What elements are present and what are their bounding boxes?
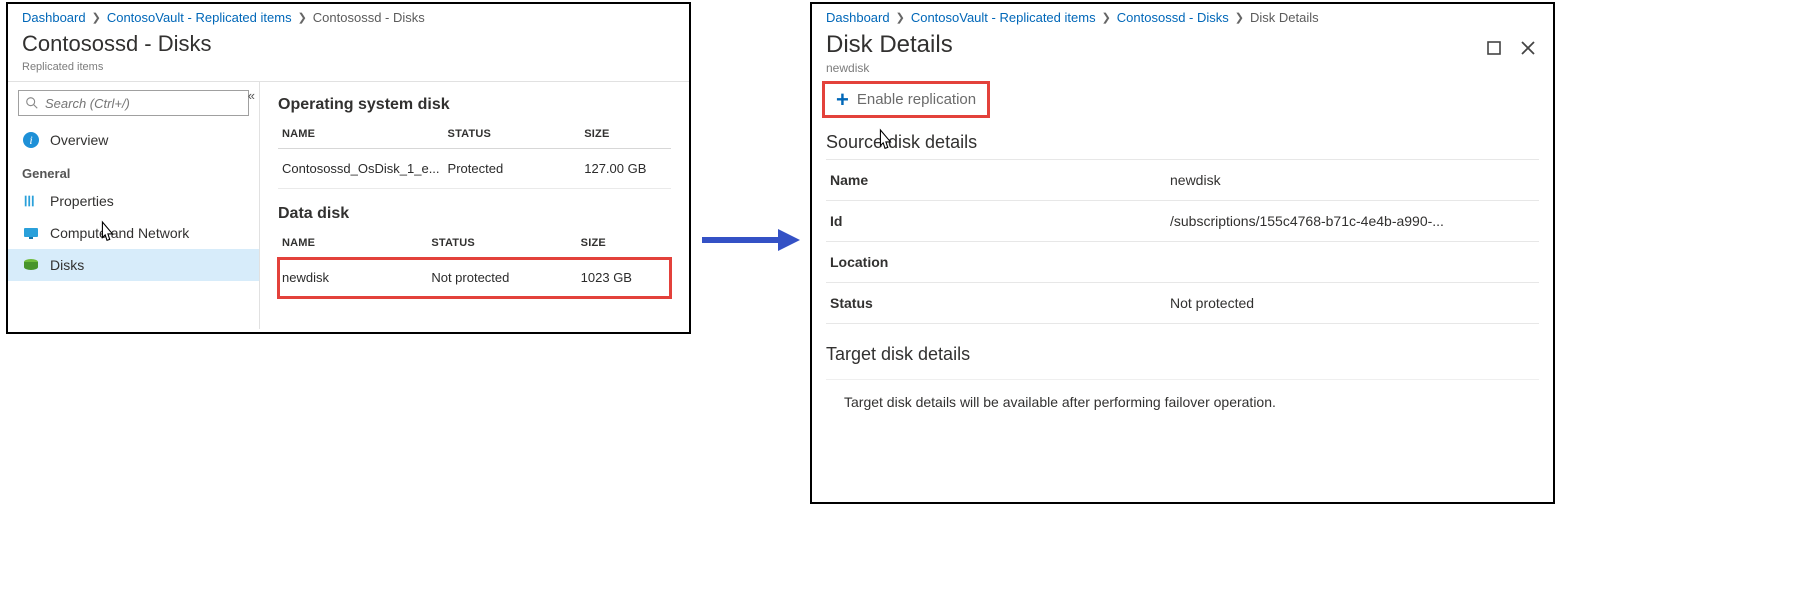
prop-row-id: Id /subscriptions/155c4768-b71c-4e4b-a99…	[826, 200, 1539, 241]
page-title: Disk Details	[826, 31, 953, 59]
search-input[interactable]	[45, 96, 242, 111]
cell-size: 1023 GB	[577, 258, 671, 298]
breadcrumb-vault[interactable]: ContosoVault - Replicated items	[911, 10, 1096, 25]
compute-network-icon	[22, 224, 40, 242]
col-header-name[interactable]: NAME	[278, 229, 427, 258]
sidebar: « i Overview General	[8, 82, 260, 329]
table-row-newdisk[interactable]: newdisk Not protected 1023 GB	[278, 258, 671, 298]
prop-value: Not protected	[1170, 295, 1535, 311]
sidebar-item-disks[interactable]: Disks	[8, 249, 259, 281]
col-header-size[interactable]: SIZE	[577, 229, 671, 258]
transition-arrow-icon	[700, 225, 800, 255]
table-row[interactable]: Contosossd_OsDisk_1_e... Protected 127.0…	[278, 149, 671, 189]
breadcrumb-dashboard[interactable]: Dashboard	[826, 10, 890, 25]
collapse-sidebar-icon[interactable]: «	[248, 88, 255, 103]
prop-value: newdisk	[1170, 172, 1535, 188]
data-disk-heading: Data disk	[278, 205, 671, 223]
search-icon	[25, 96, 39, 110]
cell-size: 127.00 GB	[580, 149, 671, 189]
maximize-button[interactable]	[1483, 37, 1505, 59]
target-disk-note: Target disk details will be available af…	[826, 379, 1539, 424]
close-button[interactable]	[1517, 37, 1539, 59]
sidebar-item-overview[interactable]: i Overview	[8, 124, 259, 156]
svg-text:i: i	[29, 133, 32, 147]
chevron-right-icon: ❯	[1235, 11, 1244, 24]
source-disk-properties: Name newdisk Id /subscriptions/155c4768-…	[812, 159, 1553, 324]
breadcrumb-vault[interactable]: ContosoVault - Replicated items	[107, 10, 292, 25]
cell-status: Not protected	[427, 258, 576, 298]
disks-icon	[22, 256, 40, 274]
breadcrumb: Dashboard ❯ ContosoVault - Replicated it…	[812, 4, 1553, 27]
prop-label: Status	[830, 295, 1170, 311]
sidebar-section-general: General	[8, 156, 259, 185]
chevron-right-icon: ❯	[298, 11, 307, 24]
col-header-status[interactable]: STATUS	[444, 120, 581, 149]
col-header-name[interactable]: NAME	[278, 120, 444, 149]
breadcrumb-current: Disk Details	[1250, 10, 1319, 25]
cell-name: Contosossd_OsDisk_1_e...	[278, 149, 444, 189]
cell-name: newdisk	[278, 258, 427, 298]
prop-row-name: Name newdisk	[826, 159, 1539, 200]
breadcrumb: Dashboard ❯ ContosoVault - Replicated it…	[8, 4, 689, 27]
properties-icon	[22, 192, 40, 210]
page-subtitle: newdisk	[826, 61, 869, 75]
chevron-right-icon: ❯	[896, 11, 905, 24]
sidebar-item-properties[interactable]: Properties	[8, 185, 259, 217]
button-label: Enable replication	[857, 91, 976, 108]
os-disk-table: NAME STATUS SIZE Contosossd_OsDisk_1_e..…	[278, 120, 671, 189]
sidebar-item-label: Overview	[50, 132, 108, 148]
info-icon: i	[22, 131, 40, 149]
disks-content: Operating system disk NAME STATUS SIZE C…	[260, 82, 689, 329]
col-header-size[interactable]: SIZE	[580, 120, 671, 149]
prop-label: Location	[830, 254, 1170, 270]
plus-icon: +	[836, 93, 849, 107]
source-disk-heading: Source disk details	[812, 124, 1553, 159]
disk-details-blade: Dashboard ❯ ContosoVault - Replicated it…	[810, 2, 1555, 504]
page-subtitle: Replicated items	[22, 61, 103, 73]
prop-value	[1170, 254, 1535, 270]
col-header-status[interactable]: STATUS	[427, 229, 576, 258]
prop-value: /subscriptions/155c4768-b71c-4e4b-a990-.…	[1170, 213, 1535, 229]
prop-label: Name	[830, 172, 1170, 188]
os-disk-heading: Operating system disk	[278, 96, 671, 114]
disks-blade: Dashboard ❯ ContosoVault - Replicated it…	[6, 2, 691, 334]
enable-replication-button[interactable]: + Enable replication	[826, 85, 986, 114]
breadcrumb-disks[interactable]: Contosossd - Disks	[1117, 10, 1229, 25]
prop-row-status: Status Not protected	[826, 282, 1539, 324]
chevron-right-icon: ❯	[92, 11, 101, 24]
breadcrumb-current: Contosossd - Disks	[313, 10, 425, 25]
data-disk-table: NAME STATUS SIZE newdisk Not protected 1…	[278, 229, 671, 298]
sidebar-item-label: Disks	[50, 257, 84, 273]
cell-status: Protected	[444, 149, 581, 189]
page-title: Contosossd - Disks	[22, 31, 675, 57]
breadcrumb-dashboard[interactable]: Dashboard	[22, 10, 86, 25]
sidebar-item-compute-network[interactable]: Compute and Network	[8, 217, 259, 249]
sidebar-item-label: Compute and Network	[50, 225, 189, 241]
prop-row-location: Location	[826, 241, 1539, 282]
prop-label: Id	[830, 213, 1170, 229]
sidebar-item-label: Properties	[50, 193, 114, 209]
chevron-right-icon: ❯	[1102, 11, 1111, 24]
target-disk-heading: Target disk details	[812, 336, 1553, 371]
